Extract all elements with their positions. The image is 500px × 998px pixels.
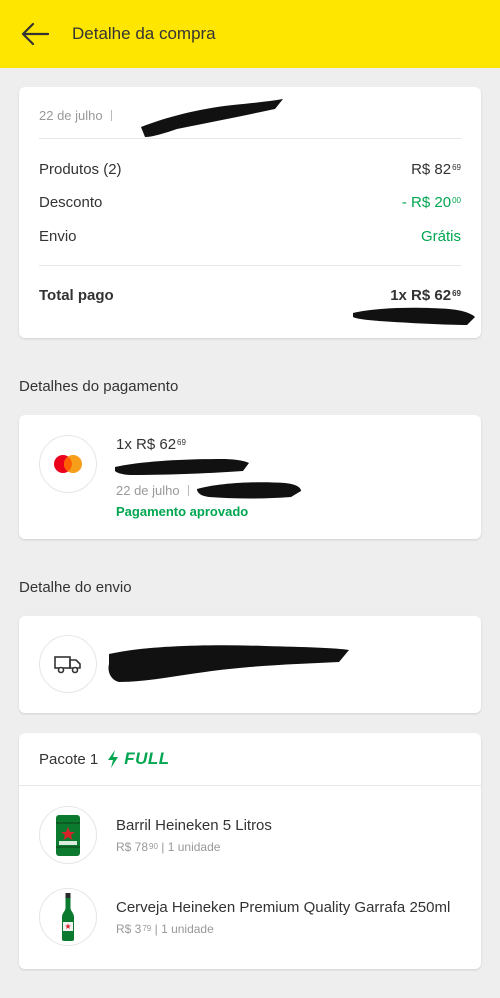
products-label: Produtos (2) (39, 161, 122, 178)
product-name: Barril Heineken 5 Litros (116, 817, 272, 834)
products-amount: R$ 8269 (411, 161, 461, 178)
product-thumb (39, 806, 97, 864)
arrow-left-icon (21, 22, 49, 46)
package-title: Pacote 1 (39, 750, 99, 768)
keg-icon (56, 815, 80, 856)
shipping-section-title: Detalhe do envio (19, 579, 132, 596)
product-meta: R$ 7890 | 1 unidade (116, 840, 221, 854)
redaction-scribble (141, 99, 283, 137)
divider (19, 785, 481, 786)
summary-row-products: Produtos (2) R$ 8269 (39, 161, 461, 178)
product-thumb (39, 888, 97, 946)
divider (39, 138, 461, 139)
payment-date-row: 22 de julho (116, 483, 189, 498)
redaction-scribble (108, 645, 350, 682)
redaction-scribble (353, 307, 475, 325)
back-button[interactable] (18, 19, 52, 49)
total-label: Total pago (39, 287, 114, 304)
full-badge: FULL (106, 749, 169, 769)
payment-date: 22 de julho (116, 483, 180, 498)
package-header: Pacote 1 FULL (39, 749, 170, 769)
payment-card[interactable]: 1x R$ 6269 22 de julho Pagamento aprovad… (19, 415, 481, 539)
payment-method-icon-circle (39, 435, 97, 493)
full-label: FULL (124, 749, 170, 768)
purchase-date: 22 de julho (39, 108, 103, 123)
shipping-card[interactable] (19, 616, 481, 713)
purchase-date-row: 22 de julho (39, 108, 112, 123)
redaction-scribble (115, 459, 249, 475)
payment-section-title: Detalhes do pagamento (19, 378, 179, 395)
discount-label: Desconto (39, 194, 103, 211)
mastercard-icon (54, 455, 82, 473)
shipping-icon-circle (39, 635, 97, 693)
shipping-label: Envio (39, 228, 77, 245)
summary-row-discount: Desconto - R$ 2000 (39, 194, 461, 211)
purchase-summary-card: 22 de julho Produtos (2) R$ 8269 Descont… (19, 87, 481, 338)
summary-row-shipping: Envio Grátis (39, 228, 461, 245)
package-card: Pacote 1 FULL Barril Heineken 5 Litros R… (19, 733, 481, 969)
payment-amount: 1x R$ 6269 (116, 436, 186, 453)
page-title: Detalhe da compra (72, 24, 216, 43)
separator (110, 110, 112, 121)
truck-icon (54, 656, 81, 674)
product-name: Cerveja Heineken Premium Quality Garrafa… (116, 899, 451, 916)
bottle-icon (62, 893, 74, 941)
top-bar: Detalhe da compra (0, 0, 500, 68)
product-meta: R$ 379 | 1 unidade (116, 922, 214, 936)
separator (187, 485, 189, 496)
payment-status: Pagamento aprovado (116, 504, 249, 519)
lightning-icon (108, 750, 119, 768)
divider (39, 265, 461, 266)
shipping-amount: Grátis (420, 228, 461, 245)
redaction-scribble (197, 482, 301, 499)
discount-amount: - R$ 2000 (401, 194, 461, 211)
